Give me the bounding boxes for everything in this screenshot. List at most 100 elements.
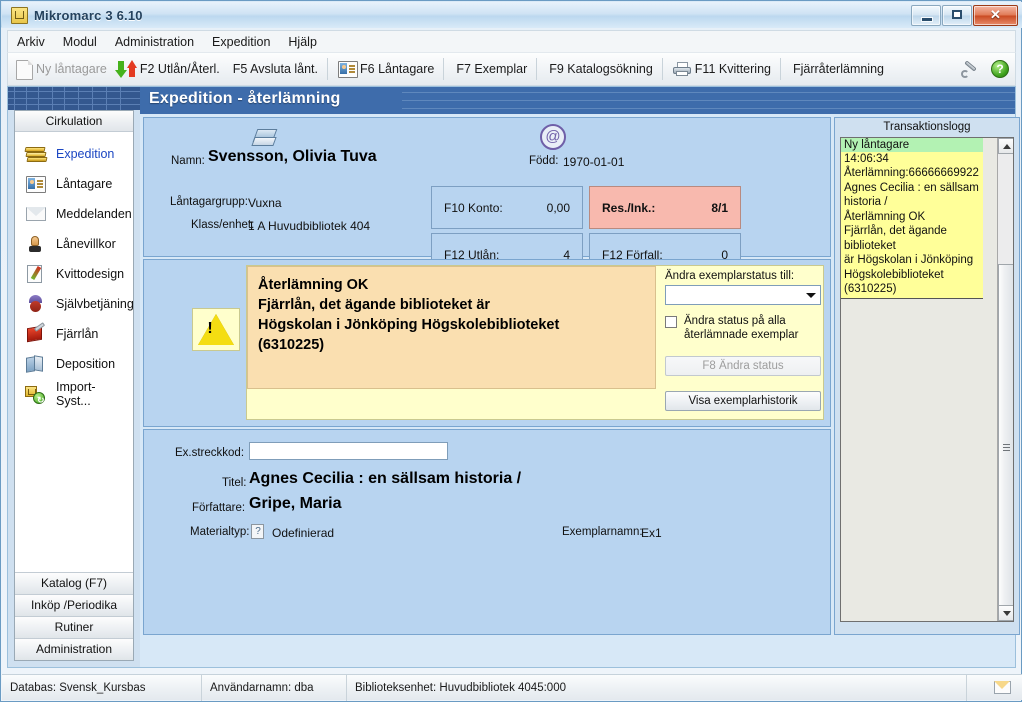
show-copy-history-button[interactable]: Visa exemplarhistorik: [665, 390, 821, 411]
mikromarc-logo-icon: [11, 6, 28, 24]
sidebar-item-deposition[interactable]: Deposition: [15, 349, 133, 379]
sidebar-button-administration[interactable]: Administration: [15, 639, 133, 660]
toolbar-end-loan[interactable]: F5 Avsluta lånt.: [225, 55, 323, 83]
minimize-button[interactable]: [911, 5, 941, 26]
scroll-up-icon: [1003, 144, 1011, 149]
alert-area: ! Återlämning OK Fjärrlån, det ägande bi…: [192, 265, 824, 420]
sidebar-item-label: Låntagare: [56, 177, 113, 191]
apply-all-checkbox-row[interactable]: Ändra status på alla återlämnade exempla…: [665, 314, 821, 343]
menu-bar: Arkiv Modul Administration Expedition Hj…: [7, 30, 1016, 52]
sidebar-item-import[interactable]: Import- Syst...: [15, 379, 133, 409]
reservations-label: Res./Ink.:: [602, 200, 656, 215]
content-area: Cirkulation Expedition Låntagare Meddela…: [7, 86, 1020, 668]
close-button[interactable]: ✕: [973, 5, 1018, 26]
toolbar-catalog-search[interactable]: F9 Katalogsökning: [541, 55, 658, 83]
change-status-button[interactable]: F8 Ändra status: [665, 355, 821, 376]
window-controls: ✕: [911, 5, 1018, 26]
toolbar-tools-button[interactable]: [955, 55, 985, 83]
sidebar-item-expedition[interactable]: Expedition: [15, 139, 133, 169]
wrench-icon: [960, 59, 980, 79]
log-line: 14:06:34: [844, 153, 889, 165]
sidebar-item-label: Expedition: [56, 147, 115, 161]
menu-expedition[interactable]: Expedition: [203, 33, 279, 51]
sidebar-footer: Katalog (F7) Inköp /Periodika Rutiner Ad…: [15, 572, 133, 660]
transaction-log-panel: Transaktionslogg Ny låntagare 14:06:34 Å…: [834, 117, 1020, 635]
log-line: Högskolebiblioteket (6310225): [844, 268, 944, 296]
maximize-button[interactable]: [942, 5, 972, 26]
toolbar-copies[interactable]: F7 Exemplar: [448, 55, 532, 83]
menu-hjalp[interactable]: Hjälp: [279, 33, 326, 51]
pointing-hand-icon: [25, 234, 47, 254]
sidebar-item-lanevillkor[interactable]: Lånevillkor: [15, 229, 133, 259]
account-value: 0,00: [546, 200, 570, 215]
sidebar-item-label: Självbetjäning: [56, 297, 133, 311]
sidebar-item-label: Import- Syst...: [56, 380, 96, 408]
toolbar-separator-5: [779, 58, 781, 80]
sidebar-item-meddelanden[interactable]: Meddelanden: [15, 199, 133, 229]
apply-all-label: Ändra status på alla återlämnade exempla…: [684, 315, 799, 342]
toolbar-receipt-label: F11 Kvittering: [694, 62, 771, 76]
up-down-arrows-icon: [114, 59, 137, 79]
sidebar-circuit-banner: [8, 87, 140, 110]
scroll-up-button[interactable]: [998, 138, 1013, 154]
title-bar: Mikromarc 3 6.10 ✕: [2, 2, 1022, 28]
status-change-section: Ändra exemplarstatus till: Ändra status …: [665, 270, 821, 411]
toolbar-receipt[interactable]: F11 Kvittering: [667, 55, 776, 83]
envelope-icon: [25, 204, 47, 224]
page-title: Expedition - återlämning: [149, 90, 341, 107]
books-icon: [24, 144, 48, 164]
transaction-log-title: Transaktionslogg: [883, 121, 971, 133]
sidebar: Cirkulation Expedition Låntagare Meddela…: [8, 87, 140, 667]
copy-label: Exemplarnamn:: [562, 526, 643, 538]
menu-modul[interactable]: Modul: [54, 33, 106, 51]
barcode-input[interactable]: [249, 442, 448, 460]
sidebar-item-fjarrlan[interactable]: Fjärrlån: [15, 319, 133, 349]
scrollbar-thumb[interactable]: [998, 264, 1013, 621]
status-dropdown[interactable]: [665, 285, 821, 305]
sidebar-item-kvittodesign[interactable]: Kvittodesign: [15, 259, 133, 289]
window-title: Mikromarc 3 6.10: [34, 7, 143, 23]
transaction-log-scrollbar[interactable]: [997, 138, 1013, 621]
toolbar-borrower[interactable]: F6 Låntagare: [332, 55, 439, 83]
sidebar-list: Expedition Låntagare Meddelanden Lånevil…: [15, 132, 133, 572]
alert-line-4: (6310225): [258, 337, 325, 353]
sidebar-item-label: Fjärrlån: [56, 327, 99, 341]
toolbar-new-borrower[interactable]: Ny låntagare: [8, 55, 112, 83]
scrollbar-grip-icon: [1003, 443, 1010, 452]
scroll-down-button[interactable]: [998, 605, 1013, 621]
transaction-log-box[interactable]: Ny låntagare 14:06:34 Återlämning:666666…: [840, 137, 1014, 622]
main-panel: Expedition - återlämning @ Namn: Svensso…: [140, 87, 1020, 667]
name-label: Namn:: [171, 155, 205, 167]
toolbar-loan-return[interactable]: F2 Utlån/Återl.: [112, 55, 225, 83]
sidebar-button-rutiner[interactable]: Rutiner: [15, 617, 133, 639]
alert-line-3: Högskolan i Jönköping Högskolebiblioteke…: [258, 317, 560, 333]
application-window: Mikromarc 3 6.10 ✕ Arkiv Modul Administr…: [0, 0, 1022, 702]
envelope-icon[interactable]: [994, 679, 1012, 697]
born-label: Född:: [529, 155, 559, 167]
status-username: Användarnamn: dba: [202, 674, 347, 701]
toolbar-loan-return-label: F2 Utlån/Återl.: [139, 62, 220, 76]
apply-all-checkbox[interactable]: [665, 316, 677, 328]
sidebar-item-sjalvbetjaning[interactable]: Självbetjäning: [15, 289, 133, 319]
log-entry-header: Ny låntagare: [841, 138, 983, 152]
class-label: Klass/enhet:: [191, 219, 255, 231]
toolbar-remote-return[interactable]: Fjärråterlämning: [785, 55, 889, 83]
sidebar-button-inkop[interactable]: Inköp /Periodika: [15, 595, 133, 617]
status-library-unit: Biblioteksenhet: Huvudbibliotek 4045:000: [347, 674, 967, 701]
alert-message-box: Återlämning OK Fjärrlån, det ägande bibl…: [247, 266, 656, 389]
account-box[interactable]: F10 Konto: 0,00: [431, 186, 583, 229]
borrower-name-value: Svensson, Olivia Tuva: [208, 148, 377, 165]
printer-icon: [672, 59, 692, 79]
reservations-box[interactable]: Res./Ink.: 8/1: [589, 186, 741, 229]
sidebar-button-katalog[interactable]: Katalog (F7): [15, 573, 133, 595]
menu-administration[interactable]: Administration: [106, 33, 203, 51]
born-value: 1970-01-01: [563, 155, 625, 169]
status-icons: [967, 675, 1022, 701]
menu-arkiv[interactable]: Arkiv: [8, 33, 54, 51]
toolbar-end-loan-label: F5 Avsluta lånt.: [232, 62, 319, 76]
toolbar-new-borrower-label: Ny låntagare: [36, 62, 107, 76]
toolbar-help-button[interactable]: ?: [985, 55, 1015, 83]
sidebar-item-lantagare[interactable]: Låntagare: [15, 169, 133, 199]
log-line: historia /: [844, 196, 888, 209]
sidebar-header: Cirkulation: [15, 111, 133, 132]
